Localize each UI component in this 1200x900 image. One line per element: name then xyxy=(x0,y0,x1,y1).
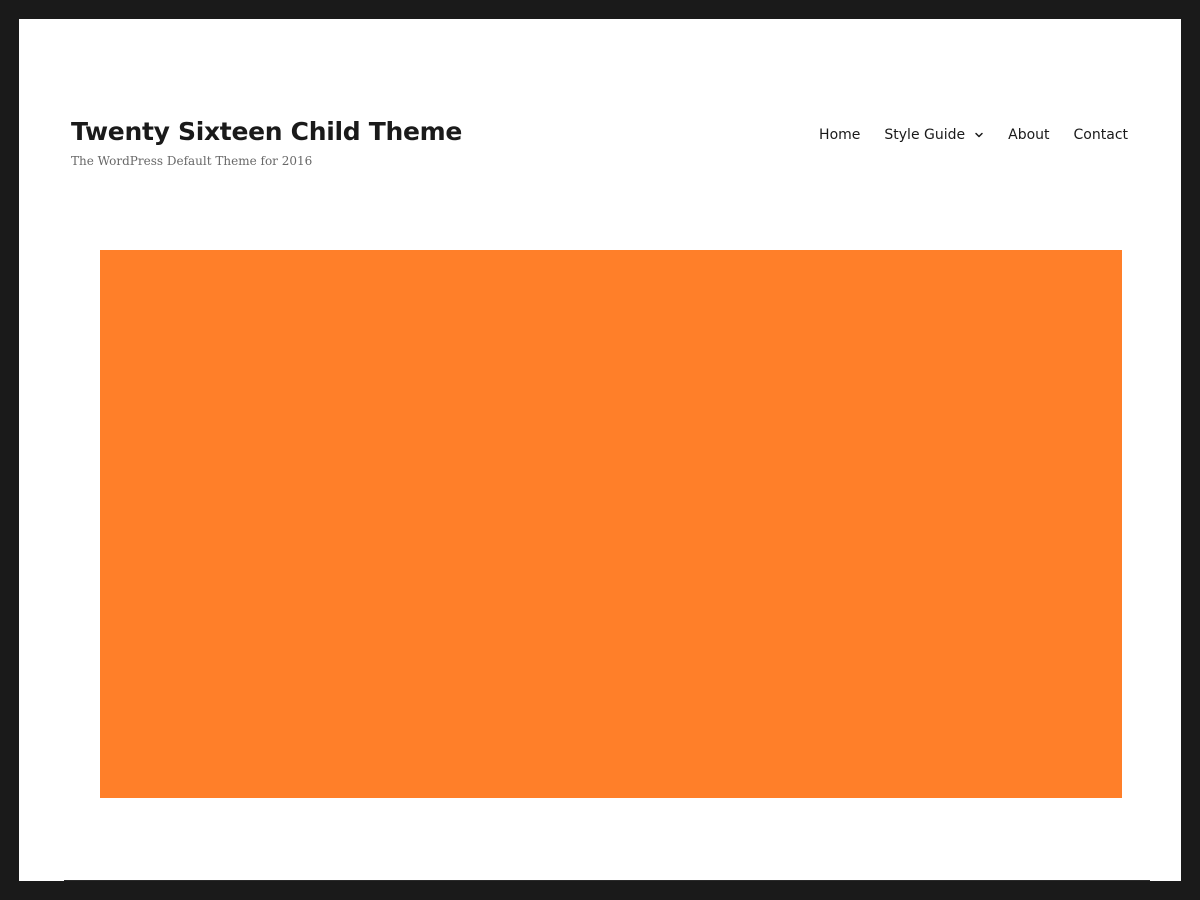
hero-image xyxy=(100,250,1122,798)
nav-item-label: Style Guide xyxy=(884,127,966,143)
main-navigation: Home Style Guide About Contact xyxy=(819,125,1128,145)
site-description: The WordPress Default Theme for 2016 xyxy=(71,154,313,168)
nav-item-contact[interactable]: Contact xyxy=(1074,125,1128,145)
nav-item-label: About xyxy=(1008,127,1050,143)
footer-divider xyxy=(64,880,1150,881)
nav-item-style-guide[interactable]: Style Guide xyxy=(884,125,984,145)
site-title[interactable]: Twenty Sixteen Child Theme xyxy=(71,117,462,147)
site-branding: Twenty Sixteen Child Theme The WordPress… xyxy=(71,117,462,169)
chevron-down-icon xyxy=(975,132,983,138)
page-frame: Twenty Sixteen Child Theme The WordPress… xyxy=(19,19,1181,881)
nav-item-label: Home xyxy=(819,127,861,143)
nav-item-label: Contact xyxy=(1073,127,1128,143)
nav-item-about[interactable]: About xyxy=(1008,125,1049,145)
nav-item-home[interactable]: Home xyxy=(819,125,860,145)
